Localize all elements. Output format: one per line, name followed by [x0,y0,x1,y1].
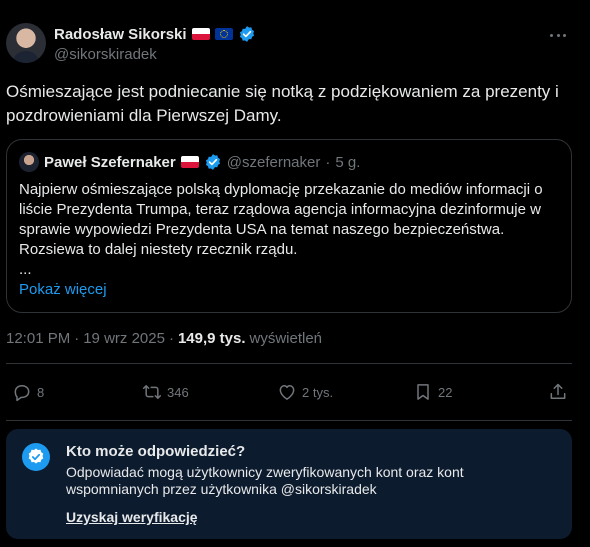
views-label: wyświetleń [249,330,323,347]
verified-badge-icon[interactable] [238,25,256,43]
quote-author-handle[interactable]: @szefernaker [227,154,321,171]
bookmark-icon [417,384,429,400]
meta-separator: · [74,330,80,347]
quote-age[interactable]: 5 g. [335,154,360,171]
action-bar: 8 346 2 tys. 22 [12,380,568,404]
quote-text: Najpierw ośmieszające polską dyplomację … [19,181,543,258]
reply-button[interactable]: 8 [12,380,44,404]
divider [6,363,572,364]
post-text: Ośmieszające jest podniecanie się notką … [6,82,559,125]
share-button[interactable] [548,380,568,404]
like-count: 2 tys. [302,384,334,400]
post-metadata: 12:01 PM · 19 wrz 2025 · 149,9 tys. wyśw… [6,330,322,347]
post-time[interactable]: 12:01 PM [6,330,70,347]
views-count: 149,9 tys. [177,330,246,347]
repost-count: 346 [167,384,189,400]
reply-count: 8 [37,384,45,400]
bookmark-button[interactable]: 22 [413,380,452,404]
author-name[interactable]: Radosław Sikorski [54,26,187,43]
reply-restriction-description: Odpowiadać mogą użytkownicy zweryfikowan… [66,464,464,497]
post-author: Radosław Sikorski @sikorskiradek [54,24,256,63]
author-avatar[interactable] [6,23,46,63]
divider [6,420,572,421]
show-more-link[interactable]: Pokaż więcej [19,281,107,298]
like-button[interactable]: 2 tys. [277,380,333,404]
repost-icon [142,385,162,399]
bookmark-count: 22 [438,384,453,400]
quote-separator: · [325,153,331,171]
checkmark-badge-icon [22,443,50,471]
meta-separator: · [168,330,174,347]
reply-icon [14,385,30,402]
post-date[interactable]: 19 wrz 2025 [83,330,165,347]
quote-author-avatar[interactable] [19,152,39,172]
repost-button[interactable]: 346 [142,380,189,404]
quoted-post[interactable]: Paweł Szefernaker @szefernaker · 5 g. Na… [6,139,572,313]
quote-author-name[interactable]: Paweł Szefernaker [44,154,176,171]
verified-badge-icon[interactable] [204,153,222,171]
reply-restriction-box: Kto może odpowiedzieć? Odpowiadać mogą u… [6,429,572,539]
quote-ellipsis: ... [19,261,32,278]
like-icon [279,385,295,400]
eu-flag-icon [214,28,233,40]
get-verified-link[interactable]: Uzyskaj weryfikację [66,509,198,525]
reply-restriction-title: Kto może odpowiedzieć? [66,443,246,460]
share-icon [550,383,566,399]
author-handle[interactable]: @sikorskiradek [54,46,256,63]
poland-flag-icon [180,156,199,168]
more-icon[interactable] [550,30,566,40]
poland-flag-icon [191,28,210,40]
